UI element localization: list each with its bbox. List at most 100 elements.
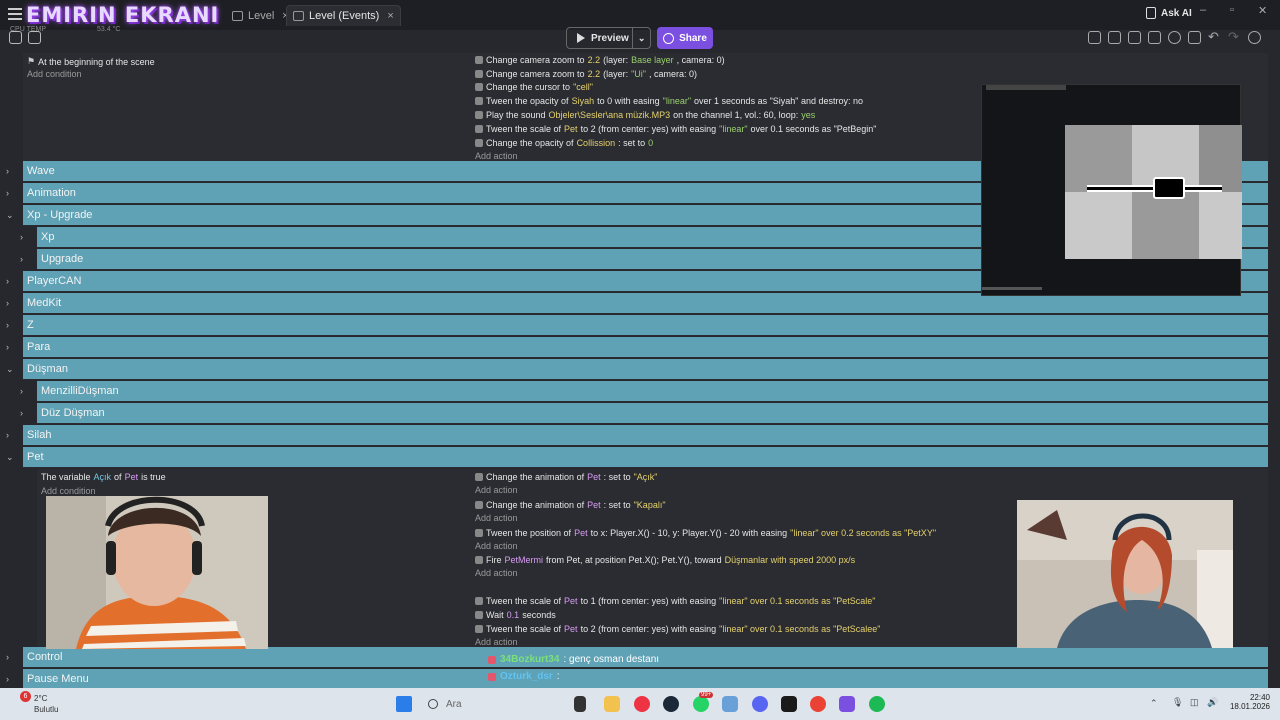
share-button[interactable]: Share bbox=[657, 27, 713, 49]
add-action-link[interactable]: Add action bbox=[475, 513, 518, 523]
add-subevent-icon[interactable] bbox=[1108, 31, 1121, 44]
close-window-icon[interactable]: ✕ bbox=[1258, 4, 1267, 17]
taskbar-search[interactable]: Ara bbox=[422, 692, 530, 716]
action-row[interactable]: Change the cursor to "cell" bbox=[475, 82, 602, 92]
hamburger-menu-icon[interactable] bbox=[8, 8, 22, 20]
action-text: 2.2 bbox=[587, 69, 601, 79]
chevron-icon[interactable]: › bbox=[6, 320, 9, 330]
ask-ai-button[interactable]: Ask AI bbox=[1146, 7, 1192, 19]
undo-icon[interactable]: ↶ bbox=[1208, 30, 1221, 44]
add-icon[interactable] bbox=[1168, 31, 1181, 44]
action-row[interactable]: Change camera zoom to 2.2 (layer: Base l… bbox=[475, 55, 725, 65]
event-group[interactable]: MenzilliDüşman bbox=[37, 381, 1268, 402]
terminal-icon[interactable] bbox=[781, 696, 797, 712]
action-row[interactable]: Play the sound Objeler\Sesler\ana müzik.… bbox=[475, 110, 818, 120]
chevron-icon[interactable]: › bbox=[20, 386, 23, 396]
add-action-link[interactable]: Add action bbox=[475, 637, 518, 647]
clock[interactable]: 22:40 18.01.2026 bbox=[1228, 693, 1270, 711]
add-condition-link[interactable]: Add condition bbox=[41, 486, 96, 496]
add-event-icon[interactable] bbox=[1088, 31, 1101, 44]
app-icon[interactable] bbox=[722, 696, 738, 712]
search-icon[interactable] bbox=[1248, 31, 1261, 44]
chevron-icon[interactable]: › bbox=[6, 430, 9, 440]
preview-button[interactable]: Preview ⌄ bbox=[566, 27, 651, 49]
volume-icon[interactable]: 🔊 bbox=[1207, 697, 1218, 708]
search-placeholder: Ara bbox=[446, 698, 462, 710]
add-action-link[interactable]: Add action bbox=[475, 568, 518, 578]
event-group[interactable]: Düşman bbox=[23, 359, 1268, 380]
taskbar: 6 2°C Bulutlu Ara 99+ ⌃ 🎙 ◫ 🔊 22:40 18.0… bbox=[0, 688, 1280, 720]
add-action-link[interactable]: Add action bbox=[475, 151, 518, 161]
close-icon[interactable]: × bbox=[387, 10, 393, 22]
event-group[interactable]: Pause Menu bbox=[23, 669, 1268, 690]
chevron-icon[interactable]: › bbox=[6, 298, 9, 308]
action-row[interactable]: Change the animation of Pet: set to "Kap… bbox=[475, 500, 666, 510]
chevron-icon[interactable]: › bbox=[20, 232, 23, 242]
maximize-icon[interactable]: ▫ bbox=[1230, 4, 1234, 16]
add-action-link[interactable]: Add action bbox=[475, 541, 518, 551]
event-group[interactable]: MedKit bbox=[23, 293, 1268, 314]
minimize-icon[interactable]: – bbox=[1200, 4, 1206, 16]
event-group[interactable]: Düz Düşman bbox=[37, 403, 1268, 424]
action-row[interactable]: Tween the opacity of Siyah to 0 with eas… bbox=[475, 96, 863, 106]
weather-temp[interactable]: 2°C bbox=[34, 694, 47, 703]
chevron-icon[interactable]: › bbox=[6, 674, 9, 684]
microphone-icon[interactable]: 🎙 bbox=[1172, 697, 1183, 708]
action-row[interactable]: Tween the scale of Pet to 2 (from center… bbox=[475, 124, 877, 134]
whatsapp-icon[interactable] bbox=[693, 696, 709, 712]
event-group[interactable]: Para bbox=[23, 337, 1268, 358]
chevron-icon[interactable]: › bbox=[20, 254, 23, 264]
network-icon[interactable]: ◫ bbox=[1190, 697, 1199, 708]
chevron-icon[interactable]: › bbox=[6, 652, 9, 662]
chrome-icon[interactable] bbox=[810, 696, 826, 712]
chevron-icon[interactable]: ⌄ bbox=[6, 452, 14, 463]
chevron-icon[interactable]: ⌄ bbox=[6, 210, 14, 221]
event-group[interactable]: Silah bbox=[23, 425, 1268, 446]
chevron-down-icon[interactable]: ⌄ bbox=[632, 28, 650, 48]
add-group-icon[interactable] bbox=[1128, 31, 1141, 44]
action-row[interactable]: Tween the scale of Pet to 1 (from center… bbox=[475, 596, 876, 606]
add-action-link[interactable]: Add action bbox=[475, 485, 518, 495]
group-label: Z bbox=[27, 319, 34, 331]
chevron-icon[interactable]: › bbox=[6, 188, 9, 198]
opera-icon[interactable] bbox=[634, 696, 650, 712]
action-row[interactable]: Change the opacity of Collission: set to… bbox=[475, 138, 656, 148]
add-event-icon[interactable] bbox=[9, 31, 22, 44]
windows-start-icon[interactable] bbox=[396, 696, 412, 712]
tab-level[interactable]: Level × bbox=[226, 5, 295, 26]
action-row[interactable]: Fire PetMermi from Pet, at position Pet.… bbox=[475, 555, 855, 565]
action-row[interactable]: Tween the position of Pet to x: Player.X… bbox=[475, 528, 936, 538]
weather-desc[interactable]: Bulutlu bbox=[34, 705, 58, 714]
event-group[interactable]: Z bbox=[23, 315, 1268, 336]
comment-icon[interactable] bbox=[1148, 31, 1161, 44]
game-preview-window[interactable] bbox=[981, 84, 1242, 296]
preview-scrollbar[interactable] bbox=[982, 287, 1042, 290]
chevron-icon[interactable]: › bbox=[6, 276, 9, 286]
chevron-icon[interactable]: › bbox=[6, 342, 9, 352]
save-icon[interactable] bbox=[28, 31, 41, 44]
chevron-icon[interactable]: › bbox=[6, 166, 9, 176]
task-view-icon[interactable] bbox=[574, 696, 586, 712]
action-row[interactable]: Change the animation of Pet: set to "Açı… bbox=[475, 472, 658, 482]
add-condition-link[interactable]: Add condition bbox=[27, 69, 82, 79]
condition[interactable]: The variable Açık of Pet is true bbox=[41, 472, 166, 482]
action-row[interactable]: Tween the scale of Pet to 2 (from center… bbox=[475, 624, 881, 634]
condition[interactable]: ⚑ At the beginning of the scene bbox=[27, 56, 155, 67]
tab-level-events[interactable]: Level (Events) × bbox=[286, 5, 401, 26]
gdevelop-icon[interactable] bbox=[839, 696, 855, 712]
chevron-icon[interactable]: ⌄ bbox=[6, 364, 14, 375]
action-row[interactable]: Wait 0.1 seconds bbox=[475, 610, 559, 620]
action-row[interactable]: Change camera zoom to 2.2 (layer: "Ui", … bbox=[475, 69, 697, 79]
redo-icon[interactable]: ↷ bbox=[1228, 30, 1241, 44]
file-explorer-icon[interactable] bbox=[604, 696, 620, 712]
steam-icon[interactable] bbox=[663, 696, 679, 712]
discord-icon[interactable] bbox=[752, 696, 768, 712]
event-1-conditions[interactable]: ⚑ At the beginning of the scene Add condi… bbox=[23, 53, 471, 161]
chevron-icon[interactable]: › bbox=[20, 408, 23, 418]
delete-icon[interactable] bbox=[1188, 31, 1201, 44]
chevron-up-icon[interactable]: ⌃ bbox=[1150, 698, 1158, 709]
group-label: Silah bbox=[27, 429, 52, 441]
spotify-icon[interactable] bbox=[869, 696, 885, 712]
toolbar-left bbox=[9, 31, 41, 44]
event-group[interactable]: Pet bbox=[23, 447, 1268, 468]
